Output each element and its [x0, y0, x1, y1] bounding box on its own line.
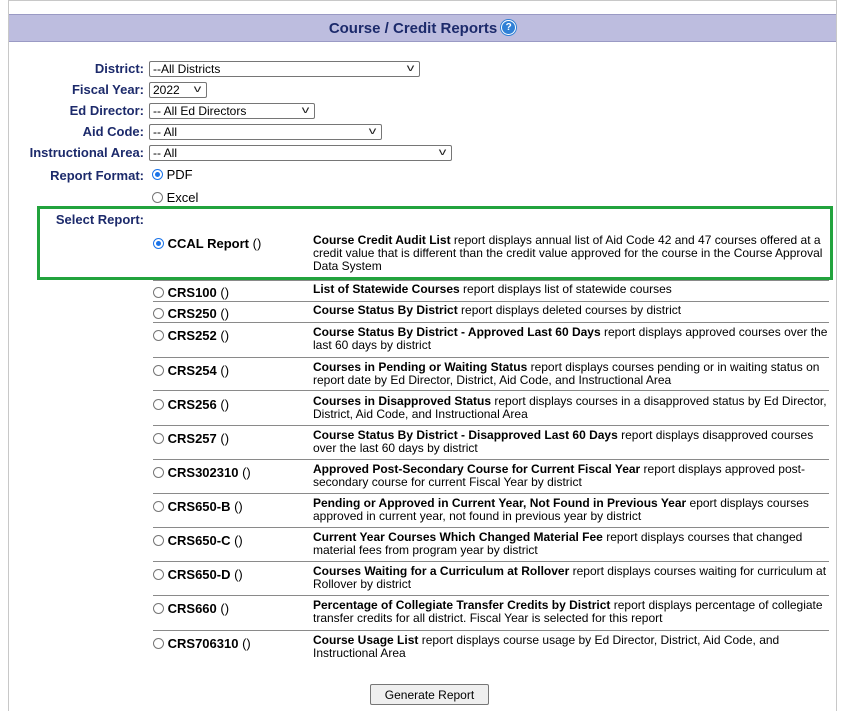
report-name: CRS650-D — [167, 567, 231, 582]
row-divider — [153, 390, 829, 391]
report-paren: () — [238, 465, 251, 480]
report-name: CRS706310 — [167, 636, 239, 651]
radio-icon[interactable] — [153, 467, 164, 479]
report-paren: () — [230, 533, 243, 548]
report-title: Course Credit Audit List — [313, 233, 451, 247]
report-title: Current Year Courses Which Changed Mater… — [313, 530, 603, 544]
row-divider — [153, 280, 829, 281]
row-divider — [153, 301, 829, 302]
chevron-down-icon: v — [193, 84, 202, 95]
aid-code-label: Aid Code: — [82, 124, 144, 139]
row-divider — [153, 425, 829, 426]
report-name: CRS250 — [167, 306, 217, 321]
radio-selected-icon[interactable] — [152, 169, 163, 181]
report-name: CRS650-C — [167, 533, 231, 548]
district-select[interactable]: --All Districts v — [149, 61, 420, 77]
report-name: CRS302310 — [167, 465, 239, 480]
report-paren: () — [249, 236, 262, 251]
fiscal-year-select[interactable]: 2022 v — [149, 82, 207, 98]
report-desc: report displays list of statewide course… — [459, 282, 672, 296]
ed-director-label: Ed Director: — [69, 103, 144, 118]
row-divider — [153, 493, 829, 494]
radio-icon[interactable] — [153, 330, 164, 342]
aid-code-select[interactable]: -- All v — [149, 124, 382, 140]
radio-icon[interactable] — [153, 399, 164, 411]
radio-icon[interactable] — [152, 192, 163, 204]
report-title: Course Status By District - Disapproved … — [313, 428, 618, 442]
instructional-area-label: Instructional Area: — [29, 145, 144, 160]
radio-icon[interactable] — [153, 603, 164, 615]
report-name: CRS100 — [167, 285, 217, 300]
row-divider — [153, 459, 829, 460]
radio-icon[interactable] — [153, 287, 164, 299]
row-divider — [153, 630, 829, 631]
chevron-down-icon: v — [438, 147, 447, 158]
report-title: Course Usage List — [313, 633, 419, 647]
report-title: Percentage of Collegiate Transfer Credit… — [313, 598, 611, 612]
radio-icon[interactable] — [153, 535, 164, 547]
report-paren: () — [238, 636, 251, 651]
format-option-label: Excel — [166, 190, 199, 205]
report-paren: () — [216, 328, 230, 343]
page-header: Course / Credit Reports? — [9, 14, 836, 42]
radio-icon[interactable] — [153, 365, 164, 377]
radio-icon[interactable] — [153, 433, 164, 445]
format-option-excel[interactable]: Excel — [152, 190, 198, 205]
format-option-label: PDF — [166, 167, 193, 182]
report-title: Course Status By District — [313, 303, 458, 317]
row-divider — [153, 322, 829, 323]
report-paren: () — [216, 431, 230, 446]
report-name: CRS650-B — [167, 499, 231, 514]
report-paren: () — [230, 499, 243, 514]
instructional-area-select[interactable]: -- All v — [149, 145, 452, 161]
chevron-down-icon: v — [301, 105, 310, 116]
report-paren: () — [216, 306, 230, 321]
report-row-ccal[interactable]: CCAL Report () Course Credit Audit List … — [153, 233, 829, 276]
report-title: Approved Post-Secondary Course for Curre… — [313, 462, 641, 476]
report-name: CCAL Report — [167, 236, 249, 251]
radio-selected-icon[interactable] — [153, 238, 164, 250]
help-icon[interactable]: ? — [501, 20, 517, 36]
report-title: Pending or Approved in Current Year, Not… — [313, 496, 687, 510]
instructional-area-value: -- All — [153, 146, 177, 160]
report-paren: () — [216, 397, 230, 412]
row-divider — [153, 357, 829, 358]
generate-report-button[interactable]: Generate Report — [370, 684, 489, 705]
report-paren: () — [230, 567, 243, 582]
ed-director-value: -- All Ed Directors — [153, 104, 247, 118]
report-title: List of Statewide Courses — [313, 282, 460, 296]
report-paren: () — [216, 601, 230, 616]
fiscal-year-value: 2022 — [153, 83, 180, 97]
report-title: Courses in Disapproved Status — [313, 394, 492, 408]
report-name: CRS256 — [167, 397, 217, 412]
report-paren: () — [216, 285, 230, 300]
report-format-label: Report Format: — [50, 168, 144, 183]
chevron-down-icon: v — [368, 126, 377, 137]
row-divider — [153, 561, 829, 562]
row-divider — [153, 527, 829, 528]
report-name: CRS252 — [167, 328, 217, 343]
ed-director-select[interactable]: -- All Ed Directors v — [149, 103, 315, 119]
page-title: Course / Credit Reports — [328, 20, 498, 37]
district-label: District: — [94, 61, 144, 76]
radio-icon[interactable] — [153, 308, 164, 320]
district-value: --All Districts — [153, 62, 221, 76]
report-title: Courses in Pending or Waiting Status — [313, 360, 528, 374]
row-divider — [153, 595, 829, 596]
radio-icon[interactable] — [153, 501, 164, 513]
report-name: CRS660 — [167, 601, 217, 616]
radio-icon[interactable] — [153, 638, 164, 650]
format-option-pdf[interactable]: PDF — [152, 167, 193, 182]
report-name: CRS254 — [167, 363, 217, 378]
aid-code-value: -- All — [153, 125, 177, 139]
report-title: Course Status By District - Approved Las… — [313, 325, 601, 339]
report-paren: () — [216, 363, 230, 378]
chevron-down-icon: v — [406, 63, 415, 74]
fiscal-year-label: Fiscal Year: — [71, 82, 144, 97]
report-title: Courses Waiting for a Curriculum at Roll… — [313, 564, 570, 578]
report-desc: report displays deleted courses by distr… — [457, 303, 682, 317]
radio-icon[interactable] — [153, 569, 164, 581]
report-name: CRS257 — [167, 431, 217, 446]
